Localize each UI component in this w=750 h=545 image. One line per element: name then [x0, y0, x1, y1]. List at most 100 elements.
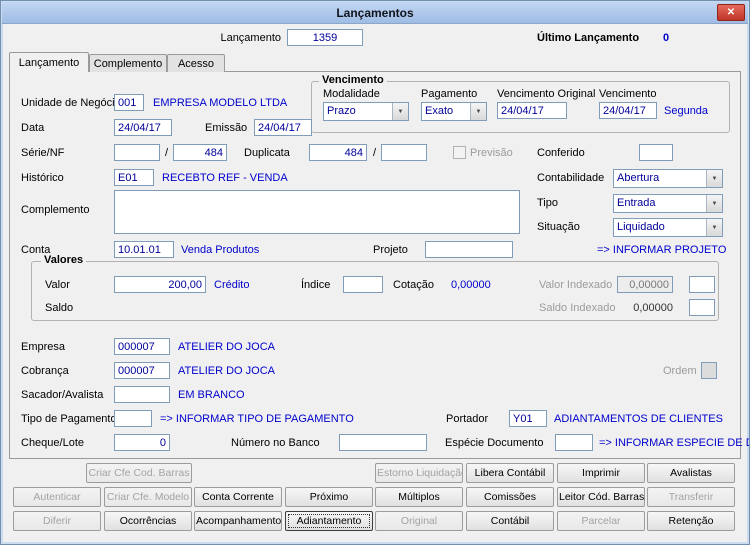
chevron-down-icon[interactable]: ▼: [706, 195, 722, 212]
empresa-input[interactable]: [114, 338, 170, 355]
sacador-avalista-input[interactable]: [114, 386, 170, 403]
criar-cfe-cod-barras-button: Criar Cfe Cod. Barras: [86, 463, 192, 483]
tipo-value: Entrada: [617, 197, 656, 209]
saldo-indexado-value: 0,00000: [633, 302, 673, 314]
tab-lancamento[interactable]: Lançamento: [9, 52, 89, 72]
adiantamento-button[interactable]: Adiantamento: [285, 511, 373, 531]
cotacao-label: Cotação: [393, 279, 434, 291]
conta-info: Venda Produtos: [181, 244, 260, 256]
modalidade-select[interactable]: Prazo ▼: [323, 102, 409, 121]
pagamento-value: Exato: [425, 105, 454, 117]
chevron-down-icon[interactable]: ▼: [392, 103, 408, 120]
vencimento-group-title: Vencimento: [319, 74, 387, 86]
cobranca-input[interactable]: [114, 362, 170, 379]
ultimo-lancamento-value: 0: [662, 32, 670, 44]
leitor-cod-barras-button[interactable]: Leitor Cód. Barras: [557, 487, 645, 507]
complemento-label: Complemento: [21, 204, 90, 216]
cotacao-value: 0,00000: [451, 279, 491, 291]
lancamento-number-input[interactable]: [287, 29, 363, 46]
tipo-pagamento-label: Tipo de Pagamento: [21, 413, 117, 425]
numero-banco-input[interactable]: [339, 434, 427, 451]
historico-input[interactable]: [114, 169, 154, 186]
projeto-input[interactable]: [425, 241, 513, 258]
tipo-label: Tipo: [537, 197, 558, 209]
empresa-label: Empresa: [21, 341, 66, 353]
contabilidade-label: Contabilidade: [537, 172, 605, 184]
tipo-pagamento-input[interactable]: [114, 410, 152, 427]
chevron-down-icon[interactable]: ▼: [706, 219, 722, 236]
pagamento-select[interactable]: Exato ▼: [421, 102, 487, 121]
close-icon[interactable]: ✕: [717, 4, 745, 21]
valor-indexado-extra-input[interactable]: [689, 276, 715, 293]
vencimento-original-label: Vencimento Original: [497, 88, 596, 100]
sacador-avalista-label: Sacador/Avalista: [21, 389, 104, 401]
emissao-label: Emissão: [205, 122, 248, 134]
tab-acesso[interactable]: Acesso: [167, 54, 225, 72]
conta-corrente-button[interactable]: Conta Corrente: [194, 487, 282, 507]
imprimir-button[interactable]: Imprimir: [557, 463, 645, 483]
serie-separator: /: [165, 147, 169, 159]
contabilidade-select[interactable]: Abertura ▼: [613, 169, 723, 188]
duplicata-sequence-input[interactable]: [381, 144, 427, 161]
tab-complemento[interactable]: Complemento: [89, 54, 167, 72]
previsao-checkbox: [453, 146, 466, 159]
chevron-down-icon[interactable]: ▼: [470, 103, 486, 120]
ordem-label: Ordem: [663, 365, 697, 377]
serie-nf-input[interactable]: [114, 144, 160, 161]
situacao-select[interactable]: Liquidado ▼: [613, 218, 723, 237]
saldo-indexado-label: Saldo Indexado: [539, 302, 616, 314]
especie-documento-info: => INFORMAR ESPECIE DE DOCUM: [599, 437, 749, 449]
indice-input[interactable]: [343, 276, 383, 293]
pagamento-label: Pagamento: [421, 88, 478, 100]
original-button: Original: [375, 511, 463, 531]
tipo-select[interactable]: Entrada ▼: [613, 194, 723, 213]
unidade-negocio-info: EMPRESA MODELO LTDA: [153, 97, 288, 109]
serie-number-input[interactable]: [173, 144, 227, 161]
valores-group-title: Valores: [41, 254, 87, 266]
vencimento-original-input[interactable]: [497, 102, 567, 119]
lancamento-number-label: Lançamento: [220, 32, 281, 44]
portador-input[interactable]: [509, 410, 547, 427]
data-label: Data: [21, 122, 45, 134]
vencimento-input[interactable]: [599, 102, 657, 119]
indice-label: Índice: [301, 279, 331, 291]
cobranca-label: Cobrança: [21, 365, 69, 377]
ocorrencias-button[interactable]: Ocorrências: [104, 511, 192, 531]
multiplos-button[interactable]: Múltiplos: [375, 487, 463, 507]
portador-label: Portador: [446, 413, 489, 425]
retencao-button[interactable]: Retenção: [647, 511, 735, 531]
data-input[interactable]: [114, 119, 172, 136]
contabil-button[interactable]: Contábil: [466, 511, 554, 531]
titlebar[interactable]: Lançamentos: [2, 2, 748, 24]
cobranca-info: ATELIER DO JOCA: [178, 365, 275, 377]
tipo-pagamento-info: => INFORMAR TIPO DE PAGAMENTO: [160, 413, 354, 425]
conferido-input[interactable]: [639, 144, 673, 161]
valor-input[interactable]: [114, 276, 206, 293]
projeto-label: Projeto: [373, 244, 408, 256]
unidade-negocio-input[interactable]: [114, 94, 144, 111]
transferir-button: Transferir: [647, 487, 735, 507]
proximo-button[interactable]: Próximo: [285, 487, 373, 507]
portador-info: ADIANTAMENTOS DE CLIENTES: [554, 413, 723, 425]
especie-documento-input[interactable]: [555, 434, 593, 451]
duplicata-input[interactable]: [309, 144, 367, 161]
estorno-liquidacao-button: Estorno Liquidação: [375, 463, 463, 483]
saldo-indexado-extra-input[interactable]: [689, 299, 715, 316]
valor-indexado-input: [617, 276, 673, 293]
avalistas-button[interactable]: Avalistas: [647, 463, 735, 483]
emissao-input[interactable]: [254, 119, 312, 136]
modalidade-label: Modalidade: [323, 88, 380, 100]
contabilidade-value: Abertura: [617, 172, 660, 184]
libera-contabil-button[interactable]: Libera Contábil: [466, 463, 554, 483]
acompanhamento-button[interactable]: Acompanhamento: [194, 511, 282, 531]
diferir-button: Diferir: [13, 511, 101, 531]
autenticar-button: Autenticar: [13, 487, 101, 507]
comissoes-button[interactable]: Comissões: [466, 487, 554, 507]
cheque-lote-input[interactable]: [114, 434, 170, 451]
empresa-info: ATELIER DO JOCA: [178, 341, 275, 353]
chevron-down-icon[interactable]: ▼: [706, 170, 722, 187]
conta-input[interactable]: [114, 241, 174, 258]
complemento-textarea[interactable]: [114, 190, 520, 234]
projeto-info: => INFORMAR PROJETO: [597, 244, 727, 256]
saldo-label: Saldo: [45, 302, 74, 314]
